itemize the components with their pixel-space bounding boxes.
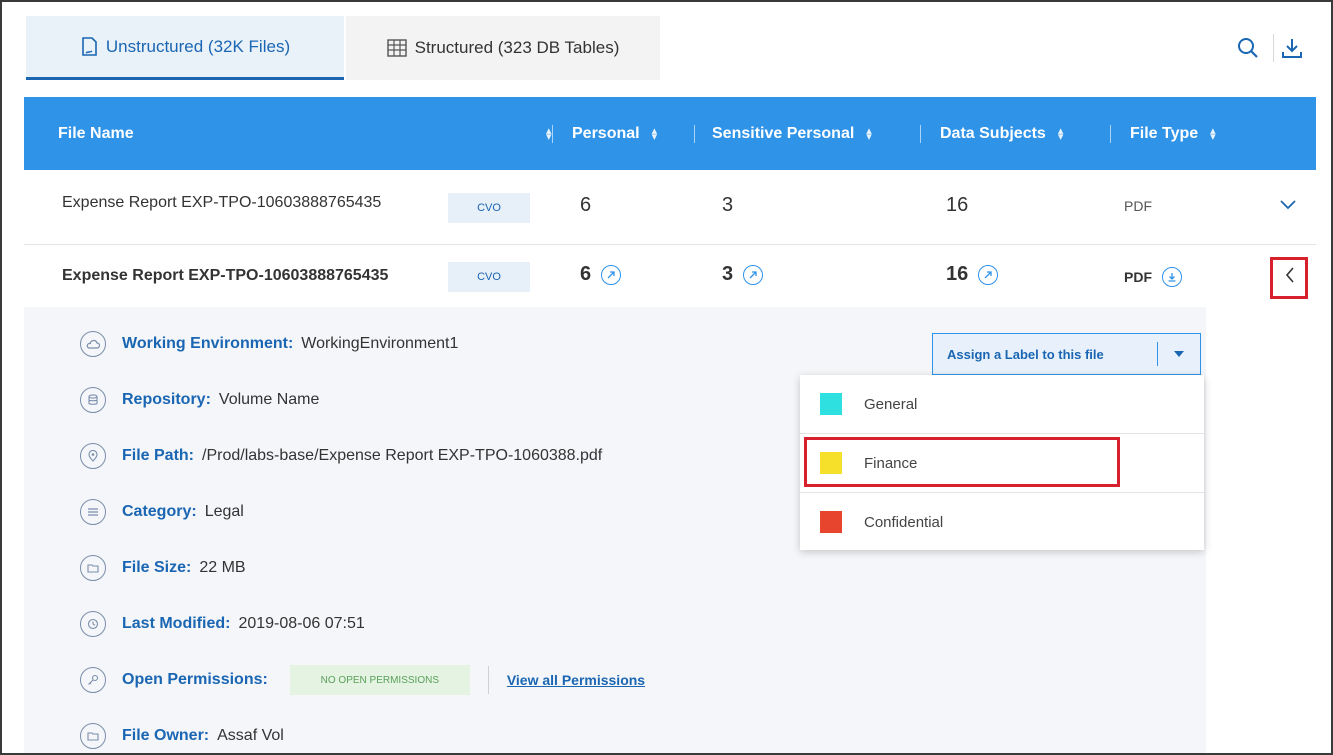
icon-separator: [1273, 34, 1274, 62]
tabs-bar: Unstructured (32K Files) Structured (323…: [26, 16, 1316, 80]
subjects-count: 16: [946, 194, 969, 216]
open-link-icon[interactable]: [978, 264, 999, 285]
table-icon: [386, 39, 407, 57]
sort-icon: ▴ ▾: [1210, 124, 1216, 143]
detail-repository: Repository: Volume Name: [80, 385, 319, 415]
collapse-highlight: [1270, 257, 1308, 299]
tab-structured[interactable]: Structured (323 DB Tables): [346, 16, 660, 80]
detail-file-owner: File Owner: Assaf Vol: [80, 721, 284, 751]
sensitive-count: 3: [722, 194, 734, 216]
search-icon[interactable]: [1236, 36, 1260, 60]
detail-file-size: File Size: 22 MB: [80, 553, 246, 583]
detail-category: Category: Legal: [80, 497, 244, 527]
column-label: File Name: [58, 124, 134, 142]
tag-badge: CVO: [448, 193, 530, 223]
folder-icon: [80, 555, 106, 581]
file-name[interactable]: Expense Report EXP-TPO-10603888765435: [62, 267, 388, 285]
document-icon: [80, 36, 98, 57]
detail-label: Repository:: [122, 391, 211, 408]
label-option-general[interactable]: General: [800, 375, 1204, 433]
history-icon: [80, 611, 106, 637]
detail-value: Legal: [204, 503, 244, 520]
tab-unstructured[interactable]: Unstructured (32K Files): [26, 16, 344, 80]
chevron-down-icon[interactable]: [1280, 200, 1296, 210]
sort-icon: ▴ ▾: [866, 124, 872, 143]
detail-value: WorkingEnvironment1: [301, 335, 459, 352]
column-label: Personal: [572, 124, 640, 142]
detail-label: File Owner:: [122, 727, 210, 744]
file-type-cell: PDF: [1124, 267, 1182, 287]
column-label: Data Subjects: [940, 124, 1046, 142]
view-all-permissions-link[interactable]: View all Permissions: [507, 672, 645, 688]
label-option-confidential[interactable]: Confidential: [800, 493, 1204, 551]
detail-value: Volume Name: [218, 391, 320, 408]
assign-label-button[interactable]: Assign a Label to this file: [932, 333, 1201, 375]
detail-label: File Path:: [122, 447, 195, 464]
open-link-icon[interactable]: [743, 264, 764, 285]
header-separator: [1110, 125, 1111, 143]
detail-open-permissions: Open Permissions: NO OPEN PERMISSIONS Vi…: [80, 665, 645, 695]
location-pin-icon: [80, 443, 106, 469]
caret-down-icon[interactable]: [1158, 350, 1200, 358]
color-swatch: [820, 393, 842, 415]
tab-structured-label: Structured (323 DB Tables): [414, 38, 620, 57]
detail-value: /Prod/labs-base/Expense Report EXP-TPO-1…: [202, 447, 603, 464]
table-row-expanded[interactable]: Expense Report EXP-TPO-10603888765435 CV…: [24, 245, 1316, 307]
detail-label: File Size:: [122, 559, 192, 576]
option-label: Confidential: [864, 513, 944, 531]
table-header: File Name ▴ ▾ Personal ▴ ▾ Sensitive Perso…: [24, 97, 1316, 170]
column-personal[interactable]: Personal ▴ ▾: [572, 97, 657, 170]
open-link-icon[interactable]: [601, 264, 622, 285]
sort-icon: ▴ ▾: [651, 124, 658, 143]
column-file-type[interactable]: File Type ▴ ▾: [1130, 97, 1216, 170]
personal-cell: 6: [580, 263, 622, 286]
sort-icon: ▴ ▾: [1057, 124, 1064, 143]
key-icon: [80, 667, 106, 693]
header-separator: [552, 125, 553, 143]
sensitive-count: 3: [722, 263, 734, 285]
header-separator: [920, 125, 921, 143]
column-file-name[interactable]: File Name: [58, 97, 134, 170]
download-icon[interactable]: [1280, 36, 1304, 60]
finance-highlight: [804, 437, 1120, 487]
detail-label: Working Environment:: [122, 335, 294, 352]
detail-value: 2019-08-06 07:51: [238, 615, 365, 632]
detail-last-modified: Last Modified: 2019-08-06 07:51: [80, 609, 365, 639]
folder-icon: [80, 723, 106, 749]
detail-label: Category:: [122, 503, 197, 520]
table-row[interactable]: Expense Report EXP-TPO-10603888765435 CV…: [24, 172, 1316, 245]
tag-badge: CVO: [448, 262, 530, 292]
subjects-count: 16: [946, 263, 969, 285]
detail-file-path: File Path: /Prod/labs-base/Expense Repor…: [80, 441, 602, 471]
column-data-subjects[interactable]: Data Subjects ▴ ▾: [940, 97, 1063, 170]
detail-label: Last Modified:: [122, 615, 231, 632]
personal-count: 6: [580, 263, 592, 285]
detail-value: Assaf Vol: [217, 727, 284, 744]
cloud-icon: [80, 331, 106, 357]
divider: [487, 666, 489, 694]
subjects-cell: 16: [946, 263, 999, 286]
app-frame: Unstructured (32K Files) Structured (323…: [0, 0, 1333, 755]
column-label: Sensitive Personal: [712, 124, 855, 142]
personal-count: 6: [580, 194, 592, 216]
color-swatch: [820, 511, 842, 533]
detail-working-environment: Working Environment: WorkingEnvironment1: [80, 329, 458, 359]
column-label: File Type: [1130, 124, 1199, 142]
detail-label: Open Permissions:: [122, 671, 268, 688]
detail-value: 22 MB: [199, 559, 246, 576]
tab-unstructured-label: Unstructured (32K Files): [105, 36, 291, 56]
file-name[interactable]: Expense Report EXP-TPO-10603888765435: [62, 194, 381, 212]
sort-icon[interactable]: ▴ ▾: [534, 97, 552, 170]
file-type: PDF: [1124, 269, 1152, 285]
category-icon: [80, 499, 106, 525]
permissions-badge: NO OPEN PERMISSIONS: [289, 665, 470, 695]
option-label: General: [864, 395, 918, 413]
file-type: PDF: [1124, 198, 1152, 214]
sensitive-cell: 3: [722, 263, 764, 286]
database-icon: [80, 387, 106, 413]
download-file-icon[interactable]: [1162, 267, 1182, 287]
header-separator: [694, 125, 695, 143]
column-sensitive-personal[interactable]: Sensitive Personal ▴ ▾: [712, 97, 872, 170]
assign-label-text: Assign a Label to this file: [947, 346, 1104, 362]
